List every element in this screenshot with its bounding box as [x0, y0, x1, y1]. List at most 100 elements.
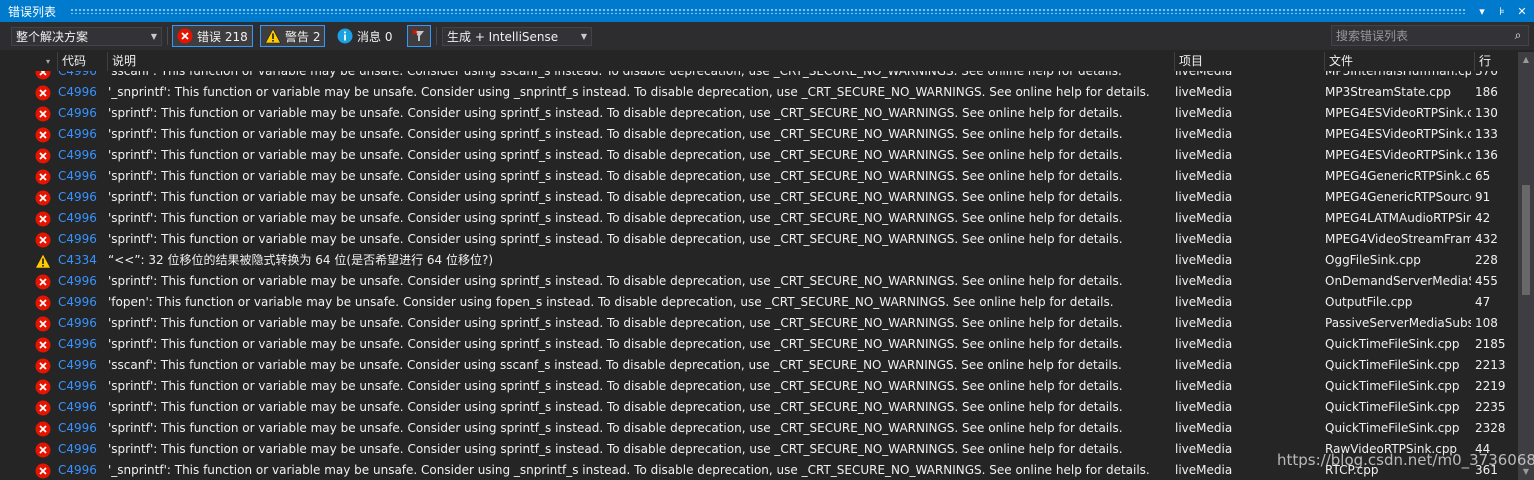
error-icon	[35, 187, 53, 208]
error-code-link[interactable]: C4996	[58, 229, 108, 250]
error-code-link[interactable]: C4996	[58, 376, 108, 397]
error-description: 'sprintf': This function or variable may…	[108, 127, 1123, 141]
error-file: MPEG4LATMAudioRTPSink.cpp	[1325, 211, 1471, 225]
error-project: liveMedia	[1175, 274, 1233, 288]
error-code-link[interactable]: C4996	[58, 418, 108, 439]
error-list-row[interactable]: C4996'sprintf': This function or variabl…	[0, 334, 1518, 355]
search-input[interactable]	[1336, 28, 1508, 43]
error-project: liveMedia	[1175, 253, 1233, 267]
error-line-number: 432	[1475, 232, 1498, 246]
build-source-dropdown[interactable]: 生成 + IntelliSense ▼	[442, 27, 592, 46]
error-file: QuickTimeFileSink.cpp	[1325, 421, 1460, 435]
scroll-up-arrow-icon[interactable]: ▲	[1518, 52, 1534, 68]
error-code-link[interactable]: C4996	[58, 460, 108, 480]
error-line-number: 42	[1475, 211, 1491, 225]
error-list-row[interactable]: C4996'sprintf': This function or variabl…	[0, 145, 1518, 166]
error-list-row[interactable]: C4334 “<<”: 32 位移位的结果被隐式转换为 64 位(是否希望进行 6…	[0, 250, 1518, 271]
search-box[interactable]: ⌕	[1331, 25, 1529, 46]
column-header-line[interactable]: 行	[1475, 52, 1518, 71]
error-line-number: 455	[1475, 274, 1498, 288]
error-line-number: 186	[1475, 85, 1498, 99]
error-code-link[interactable]: C4996	[58, 292, 108, 313]
column-header-description[interactable]: 说明	[108, 52, 1175, 71]
error-line-number: 2213	[1475, 358, 1506, 372]
error-line-number: 2185	[1475, 337, 1506, 351]
error-code-link[interactable]: C4996	[58, 271, 108, 292]
error-code-link[interactable]: C4996	[58, 145, 108, 166]
error-code-link[interactable]: C4996	[58, 439, 108, 460]
error-icon	[35, 292, 53, 313]
error-code-link[interactable]: C4996	[58, 208, 108, 229]
error-project: liveMedia	[1175, 106, 1233, 120]
error-line-number: 133	[1475, 127, 1498, 141]
error-list-row[interactable]: C4996 '_snprintf': This function or varia…	[0, 82, 1518, 103]
column-header-code[interactable]: 代码	[58, 52, 108, 71]
error-code-link[interactable]: C4996	[58, 187, 108, 208]
toolbar-separator	[436, 27, 437, 45]
build-source-value: 生成 + IntelliSense	[447, 30, 559, 44]
error-file: MPEG4ESVideoRTPSink.cpp	[1325, 127, 1471, 141]
error-description: '_snprintf': This function or variable m…	[108, 463, 1150, 477]
panel-titlebar: 错误列表 ▾ ⊧ ✕	[0, 0, 1534, 22]
error-list-row[interactable]: C4996'sprintf': This function or variabl…	[0, 187, 1518, 208]
window-position-dropdown-icon[interactable]: ▾	[1474, 5, 1490, 18]
error-code-link[interactable]: C4996	[58, 397, 108, 418]
error-code-link[interactable]: C4996	[58, 355, 108, 376]
error-list-row[interactable]: C4996'sprintf': This function or variabl…	[0, 103, 1518, 124]
error-list-row[interactable]: C4996'sprintf': This function or variabl…	[0, 166, 1518, 187]
error-list-row[interactable]: C4996'sprintf': This function or variabl…	[0, 397, 1518, 418]
error-list-row[interactable]: C4996'sprintf': This function or variabl…	[0, 229, 1518, 250]
error-code-link[interactable]: C4996	[58, 124, 108, 145]
column-header-icon[interactable]: ▾	[0, 52, 58, 71]
error-code-link[interactable]: C4996	[58, 82, 108, 103]
search-icon[interactable]: ⌕	[1508, 28, 1528, 43]
error-icon	[35, 376, 53, 397]
error-list-row[interactable]: C4996'sprintf': This function or variabl…	[0, 376, 1518, 397]
warning-icon	[265, 28, 281, 44]
error-description: 'sprintf': This function or variable may…	[108, 442, 1123, 456]
error-line-number: 2328	[1475, 421, 1506, 435]
error-line-number: 136	[1475, 148, 1498, 162]
error-code-link[interactable]: C4996	[58, 103, 108, 124]
close-icon[interactable]: ✕	[1514, 5, 1530, 18]
error-file: MPEG4VideoStreamFramer.cpp	[1325, 232, 1471, 246]
error-list-row[interactable]: C4996'sprintf': This function or variabl…	[0, 313, 1518, 334]
warning-icon	[35, 250, 53, 271]
column-header-project[interactable]: 项目	[1175, 52, 1325, 71]
error-project: liveMedia	[1175, 358, 1233, 372]
error-list-row[interactable]: C4996'sscanf': This function or variable…	[0, 355, 1518, 376]
warnings-filter-toggle[interactable]: 警告 2	[260, 25, 326, 47]
error-icon	[35, 313, 53, 334]
funnel-filter-icon	[412, 29, 424, 41]
vertical-scrollbar[interactable]: ▲ ▼	[1518, 52, 1534, 480]
filter-toggle-button[interactable]	[407, 25, 431, 47]
scope-dropdown[interactable]: 整个解决方案 ▼	[11, 27, 162, 46]
column-header-file[interactable]: 文件	[1325, 52, 1475, 71]
error-list-row[interactable]: C4996'sprintf': This function or variabl…	[0, 418, 1518, 439]
errors-filter-toggle[interactable]: 错误 218	[172, 25, 253, 47]
error-project: liveMedia	[1175, 211, 1233, 225]
error-list-toolbar: 整个解决方案 ▼ 错误 218 警告 2 消息 0 生成 + IntelliSe…	[0, 22, 1534, 50]
error-list-row[interactable]: C4996'sprintf': This function or variabl…	[0, 124, 1518, 145]
error-list-row[interactable]: C4996'sprintf': This function or variabl…	[0, 271, 1518, 292]
error-code-link[interactable]: C4996	[58, 334, 108, 355]
auto-hide-pin-icon[interactable]: ⊧	[1494, 5, 1510, 18]
messages-filter-toggle[interactable]: 消息 0	[333, 25, 396, 47]
error-code-link[interactable]: C4334	[58, 250, 108, 271]
error-list-row[interactable]: C4996'sprintf': This function or variabl…	[0, 208, 1518, 229]
chevron-down-icon: ▼	[580, 32, 587, 41]
error-file: MPEG4GenericRTPSource.cpp	[1325, 190, 1471, 204]
error-file: OggFileSink.cpp	[1325, 253, 1421, 267]
messages-count-label: 消息 0	[357, 29, 393, 44]
scrollbar-thumb[interactable]	[1522, 185, 1530, 295]
error-project: liveMedia	[1175, 169, 1233, 183]
error-description: 'sscanf': This function or variable may …	[108, 358, 1122, 372]
error-project: liveMedia	[1175, 379, 1233, 393]
error-list-rows: C4996'sscanf': This function or variable…	[0, 61, 1518, 480]
error-code-link[interactable]: C4996	[58, 166, 108, 187]
error-icon	[35, 355, 53, 376]
error-list-row[interactable]: C4996'fopen': This function or variable …	[0, 292, 1518, 313]
error-code-link[interactable]: C4996	[58, 313, 108, 334]
error-file: PassiveServerMediaSubsession.cpp	[1325, 316, 1471, 330]
error-icon	[35, 208, 53, 229]
